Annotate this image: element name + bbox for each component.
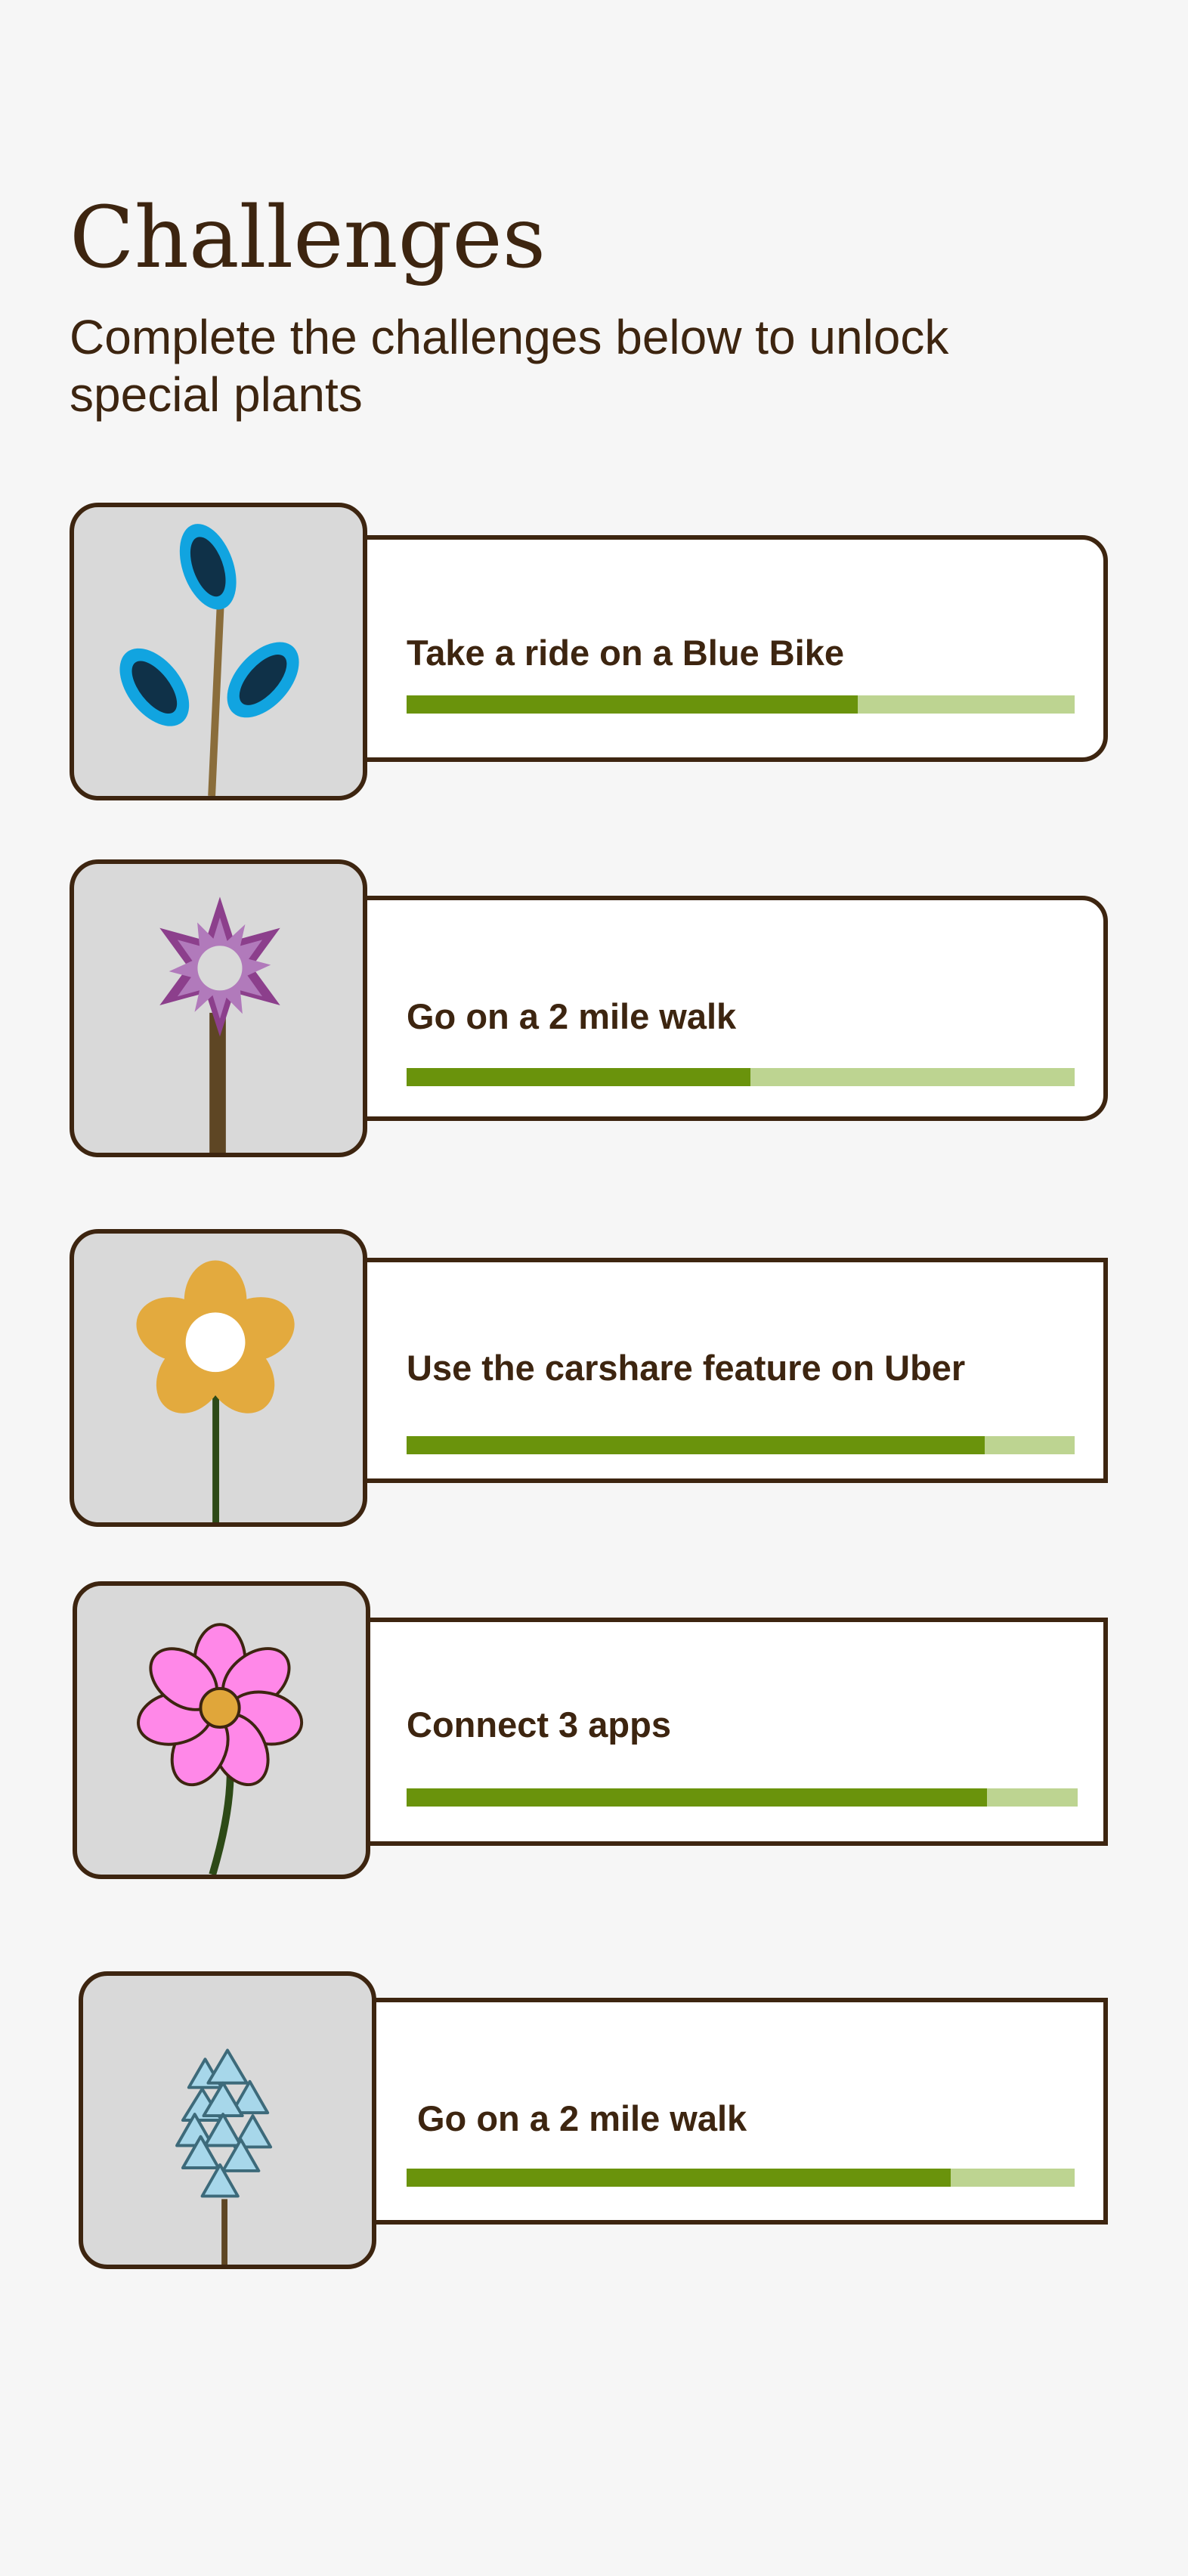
yellow-daisy-icon: [136, 1260, 295, 1522]
progress-track: [407, 1788, 1078, 1807]
challenge-card[interactable]: Connect 3 apps: [358, 1618, 1108, 1846]
challenge-title: Use the carshare feature on Uber: [407, 1348, 966, 1388]
challenge-card[interactable]: Take a ride on a Blue Bike: [355, 535, 1108, 762]
pink-flower-icon: [137, 1623, 304, 1875]
plant-thumbnail: [79, 1971, 376, 2269]
progress-fill: [407, 1068, 751, 1086]
plant-thumbnail: [73, 1581, 370, 1879]
progress-track: [407, 1436, 1075, 1454]
progress-track: [407, 2169, 1075, 2187]
purple-star-flower-icon: [159, 896, 280, 1153]
plant-thumbnail: [70, 503, 367, 800]
progress-fill: [407, 1788, 988, 1807]
challenge-card[interactable]: Go on a 2 mile walk: [355, 896, 1108, 1121]
progress-fill: [407, 695, 858, 714]
plant-thumbnail: [70, 859, 367, 1157]
challenge-title: Go on a 2 mile walk: [417, 2098, 747, 2138]
progress-track: [407, 695, 1075, 714]
blue-triangle-plant-icon: [175, 2048, 273, 2265]
plant-thumbnail: [70, 1229, 367, 1527]
challenge-title: Connect 3 apps: [407, 1704, 671, 1745]
challenge-card[interactable]: Use the carshare feature on Uber: [355, 1258, 1108, 1483]
challenge-title: Go on a 2 mile walk: [407, 996, 737, 1036]
challenge-title: Take a ride on a Blue Bike: [407, 633, 845, 673]
progress-fill: [407, 1436, 985, 1454]
progress-track: [407, 1068, 1075, 1086]
page-subtitle: Complete the challenges below to unlock …: [70, 310, 949, 422]
blue-leaf-sprout-icon: [119, 524, 299, 796]
challenge-card[interactable]: Go on a 2 mile walk: [366, 1998, 1108, 2225]
page-title: Challenges: [70, 189, 546, 287]
progress-fill: [407, 2169, 951, 2187]
